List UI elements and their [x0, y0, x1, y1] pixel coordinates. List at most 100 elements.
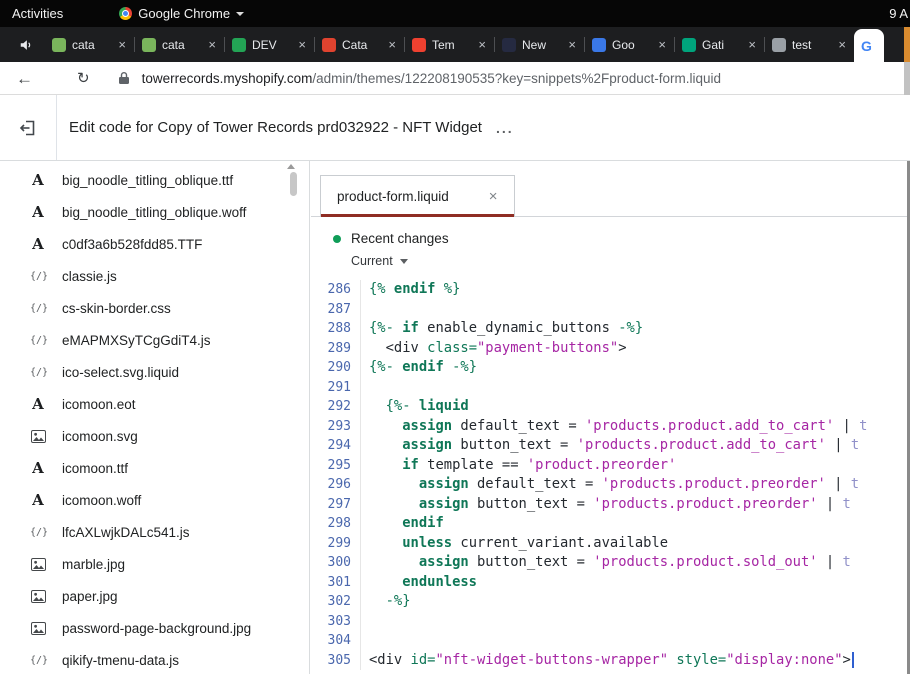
speaker-icon — [19, 38, 33, 52]
activities-button[interactable]: Activities — [12, 6, 63, 21]
browser-tab[interactable]: Goo× — [584, 27, 674, 62]
file-item[interactable]: Aicomoon.eot — [0, 388, 309, 420]
exit-code-editor-button[interactable] — [0, 95, 57, 160]
file-name: qikify-tmenu-data.js — [62, 653, 179, 668]
file-item[interactable]: {/} eMAPMXSyTCgGdiT4.js — [0, 324, 309, 356]
file-item[interactable]: paper.jpg — [0, 580, 309, 612]
tab-close-icon[interactable]: × — [118, 37, 126, 52]
recent-changes-label: Recent changes — [351, 231, 449, 246]
file-item[interactable]: {/}cs-skin-border.css — [0, 292, 309, 324]
font-file-icon: A — [30, 491, 46, 509]
browser-tab-audio[interactable] — [8, 27, 44, 62]
browser-tab-active[interactable]: G — [854, 29, 884, 62]
code-file-icon: {/} — [30, 335, 46, 346]
recent-changes-section: Recent changes Current — [311, 217, 910, 268]
line-content: endunless — [361, 573, 477, 593]
code-line[interactable]: 298 endif — [311, 514, 910, 534]
tab-close-icon[interactable]: × — [838, 37, 846, 52]
code-line[interactable]: 288{%- if enable_dynamic_buttons -%} — [311, 319, 910, 339]
line-content: assign default_text = 'products.product.… — [361, 417, 867, 437]
code-line[interactable]: 300 assign button_text = 'products.produ… — [311, 553, 910, 573]
browser-tab[interactable]: cata× — [44, 27, 134, 62]
scrollbar-thumb[interactable] — [290, 172, 297, 196]
browser-tab[interactable]: test × — [764, 27, 854, 62]
tab-close-icon[interactable]: × — [388, 37, 396, 52]
version-dropdown[interactable]: Current — [351, 254, 910, 268]
url-field[interactable]: towerrecords.myshopify.com/admin/themes/… — [142, 71, 721, 86]
code-line[interactable]: 286{% endif %} — [311, 280, 910, 300]
code-file-icon: {/} — [30, 367, 46, 378]
lock-icon[interactable] — [118, 71, 130, 85]
code-line[interactable]: 299 unless current_variant.available — [311, 534, 910, 554]
tab-close-icon[interactable]: × — [568, 37, 576, 52]
code-line[interactable]: 303 — [311, 612, 910, 632]
code-editor[interactable]: 286{% endif %}287288{%- if enable_dynami… — [311, 280, 910, 670]
tab-close-icon[interactable]: × — [748, 37, 756, 52]
tab-title: test — [792, 38, 832, 52]
code-line[interactable]: 289 <div class="payment-buttons"> — [311, 339, 910, 359]
file-item[interactable]: password-page-background.jpg — [0, 612, 309, 644]
line-number: 287 — [311, 300, 361, 320]
tab-close-icon[interactable]: × — [658, 37, 666, 52]
chevron-down-icon — [400, 259, 408, 264]
line-content: {%- liquid — [361, 397, 469, 417]
file-item[interactable]: {/}lfcAXLwjkDALc541.js — [0, 516, 309, 548]
line-number: 302 — [311, 592, 361, 612]
file-item[interactable]: Abig_noodle_titling_oblique.ttf — [0, 164, 309, 196]
line-content: <div id="nft-widget-buttons-wrapper" sty… — [361, 651, 854, 671]
scrollbar-up-arrow[interactable] — [287, 164, 295, 169]
code-line[interactable]: 293 assign default_text = 'products.prod… — [311, 417, 910, 437]
code-line[interactable]: 302 -%} — [311, 592, 910, 612]
code-line[interactable]: 292 {%- liquid — [311, 397, 910, 417]
file-item[interactable]: {/}ico-select.svg.liquid — [0, 356, 309, 388]
browser-tab[interactable]: New × — [494, 27, 584, 62]
code-line[interactable]: 295 if template == 'product.preorder' — [311, 456, 910, 476]
reload-button[interactable]: ↻ — [77, 71, 90, 86]
line-content — [361, 612, 369, 632]
line-number: 295 — [311, 456, 361, 476]
back-button[interactable]: ← — [16, 70, 33, 87]
line-number: 297 — [311, 495, 361, 515]
code-line[interactable]: 291 — [311, 378, 910, 398]
file-item[interactable]: marble.jpg — [0, 548, 309, 580]
code-line[interactable]: 290{%- endif -%} — [311, 358, 910, 378]
file-item[interactable]: {/}qikify-tmenu-data.js — [0, 644, 309, 674]
code-line[interactable]: 294 assign button_text = 'products.produ… — [311, 436, 910, 456]
line-content: assign button_text = 'products.product.a… — [361, 436, 859, 456]
file-item[interactable]: Aicomoon.ttf — [0, 452, 309, 484]
code-line[interactable]: 301 endunless — [311, 573, 910, 593]
file-item[interactable]: Abig_noodle_titling_oblique.woff — [0, 196, 309, 228]
tab-title: New — [522, 38, 562, 52]
app-menu[interactable]: Google Chrome — [119, 6, 244, 21]
tab-close-icon[interactable]: × — [478, 37, 486, 52]
browser-tab[interactable]: Gati× — [674, 27, 764, 62]
file-item[interactable]: icomoon.svg — [0, 420, 309, 452]
browser-tab[interactable]: DEV× — [224, 27, 314, 62]
code-line[interactable]: 287 — [311, 300, 910, 320]
file-name: big_noodle_titling_oblique.woff — [62, 205, 246, 220]
more-actions-button[interactable]: ... — [496, 120, 514, 136]
file-name: paper.jpg — [62, 589, 118, 604]
browser-tab-strip: cata×cata×DEV×Cata×Tem×New×Goo×Gati×test… — [0, 27, 910, 62]
line-number: 288 — [311, 319, 361, 339]
line-number: 290 — [311, 358, 361, 378]
tab-close-icon[interactable]: × — [298, 37, 306, 52]
browser-tab[interactable]: Tem× — [404, 27, 494, 62]
file-tab-product-form[interactable]: product-form.liquid × — [320, 175, 515, 217]
line-content: assign default_text = 'products.product.… — [361, 475, 859, 495]
font-file-icon: A — [30, 395, 46, 413]
code-line[interactable]: 304 — [311, 631, 910, 651]
line-content — [361, 631, 369, 651]
file-name: eMAPMXSyTCgGdiT4.js — [62, 333, 211, 348]
tab-close-icon[interactable]: × — [208, 37, 216, 52]
code-line[interactable]: 305<div id="nft-widget-buttons-wrapper" … — [311, 651, 910, 671]
file-item[interactable]: {/}classie.js — [0, 260, 309, 292]
file-item[interactable]: Ac0df3a6b528fdd85.TTF — [0, 228, 309, 260]
exit-icon — [18, 118, 38, 138]
browser-tab[interactable]: Cata× — [314, 27, 404, 62]
code-line[interactable]: 296 assign default_text = 'products.prod… — [311, 475, 910, 495]
file-tab-close-icon[interactable]: × — [489, 188, 498, 205]
browser-tab[interactable]: cata× — [134, 27, 224, 62]
file-item[interactable]: Aicomoon.woff — [0, 484, 309, 516]
code-line[interactable]: 297 assign button_text = 'products.produ… — [311, 495, 910, 515]
